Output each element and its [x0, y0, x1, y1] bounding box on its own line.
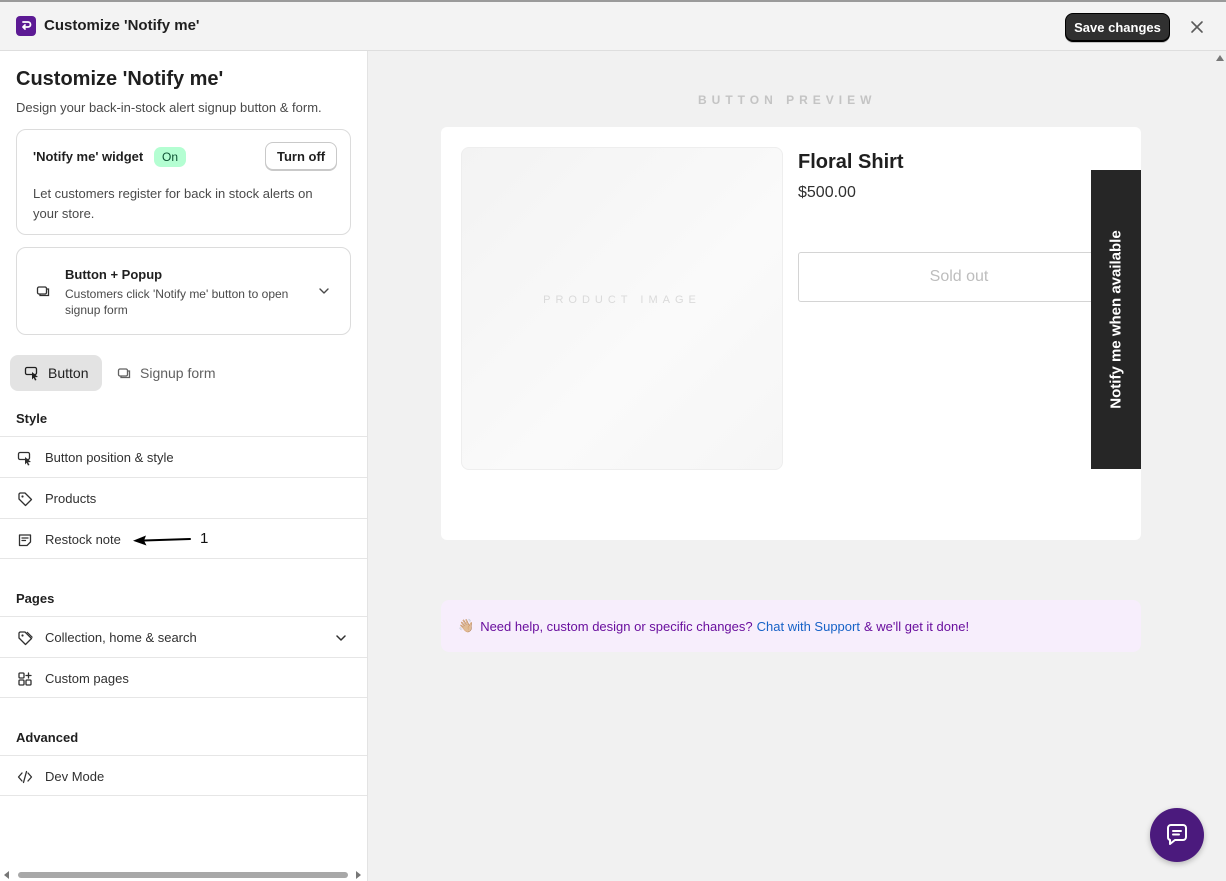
annotation-number: 1: [200, 530, 209, 547]
save-changes-button[interactable]: Save changes: [1065, 13, 1170, 42]
help-text-suffix: & we'll get it done!: [863, 618, 970, 634]
menu-item-label: Collection, home & search: [45, 630, 197, 645]
wave-emoji-icon: 👋🏼: [458, 618, 475, 633]
app-logo-icon: [16, 16, 36, 36]
cursor-click-icon: [17, 451, 31, 466]
window-title: Customize 'Notify me': [44, 17, 200, 34]
note-icon: [18, 534, 32, 547]
menu-item-label: Products: [45, 491, 97, 506]
menu-item-button-position[interactable]: Button position & style: [0, 436, 367, 477]
menu-item-collection-home-search[interactable]: Collection, home & search: [0, 616, 367, 657]
menu-item-products[interactable]: Products: [0, 477, 367, 518]
product-image-label: PRODUCT IMAGE: [543, 294, 701, 306]
tab-button-label: Button: [48, 365, 89, 381]
notify-me-floating-button[interactable]: Notify me when available: [1091, 170, 1141, 469]
product-preview-card: PRODUCT IMAGE Floral Shirt $500.00 Sold …: [441, 127, 1141, 540]
tag-icon: [18, 631, 33, 646]
chat-with-support-link[interactable]: Chat with Support: [757, 619, 860, 634]
preview-pane: BUTTON PREVIEW PRODUCT IMAGE Floral Shir…: [368, 51, 1226, 881]
notify-me-label: Notify me when available: [1107, 230, 1125, 409]
product-name: Floral Shirt: [798, 151, 904, 173]
section-heading-advanced: Advanced: [16, 730, 79, 745]
popup-icon: [36, 286, 50, 297]
page-title: Customize 'Notify me': [16, 68, 224, 90]
preview-label: BUTTON PREVIEW: [698, 93, 877, 107]
tab-button[interactable]: Button: [10, 355, 102, 391]
widget-status-card: 'Notify me' widget On Turn off Let custo…: [16, 129, 351, 235]
chat-bubble-icon: [1167, 824, 1187, 845]
product-image-placeholder: PRODUCT IMAGE: [461, 147, 783, 470]
help-text-prefix: Need help, custom design or specific cha…: [480, 618, 753, 634]
help-banner: 👋🏼 Need help, custom design or specific …: [441, 600, 1141, 652]
code-icon: [17, 770, 33, 784]
apps-icon: [18, 672, 32, 686]
tag-icon: [18, 492, 33, 507]
menu-item-label: Restock note: [45, 532, 121, 547]
widget-label: 'Notify me' widget: [33, 149, 144, 164]
top-bar: Customize 'Notify me' Save changes: [0, 0, 1226, 51]
display-mode-title: Button + Popup: [65, 267, 163, 282]
scroll-right-icon[interactable]: [356, 871, 361, 879]
page-subtitle: Design your back-in-stock alert signup b…: [16, 100, 322, 115]
menu-item-label: Dev Mode: [45, 769, 105, 784]
tab-signup-form-label: Signup form: [140, 365, 216, 381]
turn-off-button[interactable]: Turn off: [265, 142, 338, 170]
horizontal-scrollbar[interactable]: [0, 869, 367, 881]
popup-icon: [117, 368, 131, 379]
display-mode-description: Customers click 'Notify me' button to op…: [65, 287, 289, 317]
sold-out-button: Sold out: [798, 252, 1120, 302]
scrollbar-thumb[interactable]: [18, 872, 348, 878]
section-heading-style: Style: [16, 411, 48, 426]
cursor-click-icon: [24, 366, 38, 381]
close-icon[interactable]: [1187, 17, 1207, 37]
chevron-down-icon: [336, 635, 346, 641]
menu-item-label: Custom pages: [45, 671, 129, 686]
menu-item-label: Button position & style: [45, 450, 174, 465]
display-mode-select[interactable]: Button + Popup Customers click 'Notify m…: [16, 247, 351, 335]
menu-item-dev-mode[interactable]: Dev Mode: [0, 755, 367, 796]
status-badge: On: [154, 147, 187, 167]
scroll-up-icon[interactable]: [1216, 55, 1224, 61]
settings-sidebar: Customize 'Notify me' Design your back-i…: [0, 51, 368, 881]
tab-signup-form[interactable]: Signup form: [106, 355, 236, 391]
annotation-arrow-icon: [133, 535, 191, 546]
widget-description: Let customers register for back in stock…: [33, 186, 313, 221]
chat-support-button[interactable]: [1150, 808, 1204, 862]
menu-item-custom-pages[interactable]: Custom pages: [0, 657, 367, 698]
product-price: $500.00: [798, 184, 856, 201]
section-heading-pages: Pages: [16, 591, 55, 606]
chevron-down-icon: [319, 288, 329, 294]
scroll-left-icon[interactable]: [4, 871, 9, 879]
